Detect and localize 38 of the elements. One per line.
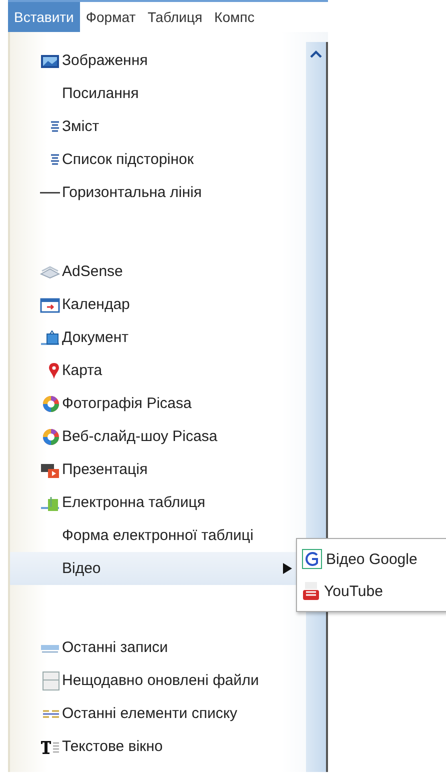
menu-bar-item[interactable]: Вставити <box>8 2 80 32</box>
menu-item[interactable]: Карта <box>10 354 306 387</box>
list-icon <box>50 120 60 134</box>
list-icon <box>42 708 60 720</box>
menu-bar-item[interactable]: Формат <box>80 2 142 32</box>
menu-item[interactable]: Електронна таблиця <box>10 486 306 519</box>
calendar-icon <box>40 296 60 312</box>
document-icon <box>40 330 60 346</box>
menu-item[interactable]: Презентація <box>10 453 306 486</box>
submenu-arrow-icon <box>283 563 292 574</box>
menu-item[interactable]: Фотографія Picasa <box>10 387 306 420</box>
pinwheel-icon <box>42 428 60 446</box>
menu-item[interactable]: Нещодавно оновлені файли <box>10 664 306 697</box>
menu-item[interactable]: Горизонтальна лінія <box>10 176 306 209</box>
menu-item[interactable]: Останні записи <box>10 631 306 664</box>
scroll-up-icon[interactable] <box>310 50 322 58</box>
menu-item[interactable]: Зображення <box>10 44 306 77</box>
menu-bar-item[interactable]: Компс <box>208 2 260 32</box>
menu-item[interactable]: Посилання <box>10 77 306 110</box>
list-icon <box>50 152 60 166</box>
menu-item[interactable]: Останні елементи списку <box>10 697 306 730</box>
menu-item[interactable]: Зміст <box>10 110 306 143</box>
menu-item[interactable]: Документ <box>10 321 306 354</box>
letter-tile-icon <box>302 549 322 569</box>
line-icon <box>40 190 60 194</box>
menu-item[interactable]: Веб-слайд-шоу Picasa <box>10 420 306 453</box>
table-icon <box>42 670 60 690</box>
pinwheel-icon <box>42 394 60 412</box>
menu-item[interactable]: Календар <box>10 288 306 321</box>
stack-icon <box>40 264 60 278</box>
menu-item[interactable]: Список підсторінок <box>10 143 306 176</box>
menu-item[interactable]: Текстове вікно <box>10 730 306 763</box>
menu-bar-item[interactable]: Таблиця <box>142 2 208 32</box>
video-logo-icon <box>302 581 320 601</box>
map-pin-icon <box>48 362 60 380</box>
image-icon <box>40 52 60 68</box>
menu-item[interactable]: AdSense <box>10 255 306 288</box>
text-box-icon <box>40 738 60 754</box>
